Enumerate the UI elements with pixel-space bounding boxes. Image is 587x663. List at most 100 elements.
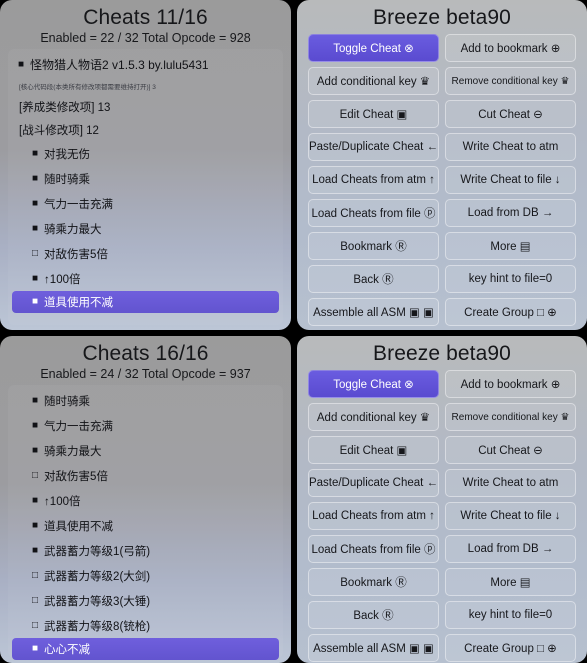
checkbox-checked-icon[interactable]: ■ <box>18 59 24 70</box>
cheat-row[interactable]: [战斗修改项] 12 <box>8 118 283 141</box>
cheat-row[interactable]: □ 武器蓄力等级8(铳枪) <box>8 613 283 638</box>
cheat-row-label: 气力一击充满 <box>44 420 114 433</box>
menu-button-cut-cheat[interactable]: Cut Cheat ⊖ <box>445 436 576 464</box>
cheat-list-bottom[interactable]: ■ 随时骑乘 ■ 气力一击充满 ■ 骑乘力最大 □ 对敌伤害5倍 ■ ↑100倍 ■ 道具使用不减 ■ 武… <box>8 385 283 660</box>
cheat-row[interactable]: [核心代码段(本类所有修改项都需要维持打开)] 3 <box>8 77 283 95</box>
checkbox-checked-icon[interactable]: ■ <box>32 495 38 506</box>
cheat-row[interactable]: ■ 武器蓄力等级1(弓箭) <box>8 538 283 563</box>
checkbox-checked-icon[interactable]: ■ <box>32 173 38 184</box>
checkbox-unchecked-icon[interactable]: □ <box>32 248 38 259</box>
cheat-row-label: 武器蓄力等级8(铳枪) <box>44 620 151 633</box>
cheat-row-label: 武器蓄力等级1(弓箭) <box>44 545 151 558</box>
cheat-row-label: 心心不减 <box>44 644 91 656</box>
cheat-row[interactable]: ■ 怪物猎人物语2 v1.5.3 by.lulu5431 <box>8 52 283 77</box>
menu-button-load-cheats-from-file[interactable]: Load Cheats from file ⓟ <box>308 199 439 227</box>
menu-button-more[interactable]: More ▤ <box>445 568 576 596</box>
cheat-row-selected[interactable]: ■ 心心不减 <box>12 638 279 660</box>
checkbox-checked-icon[interactable]: ■ <box>32 520 38 531</box>
cheat-row-label: 骑乘力最大 <box>44 445 102 458</box>
cheat-list-top[interactable]: ■ 怪物猎人物语2 v1.5.3 by.lulu5431 [核心代码段(本类所有修改… <box>8 49 283 325</box>
cheat-row-label: 随时骑乘 <box>44 173 91 186</box>
checkbox-checked-icon[interactable]: ■ <box>32 273 38 284</box>
menu-button-load-cheats-from-atm[interactable]: Load Cheats from atm ↑ <box>308 502 439 530</box>
cheat-row[interactable]: ■ 道具使用不减 <box>8 513 283 538</box>
menu-button-back[interactable]: Back Ⓡ <box>308 601 439 629</box>
cheat-row[interactable]: ■ 骑乘力最大 <box>8 216 283 241</box>
menu-button-edit-cheat[interactable]: Edit Cheat ▣ <box>308 100 439 128</box>
checkbox-unchecked-icon[interactable]: □ <box>32 470 38 481</box>
menu-button-add-to-bookmark[interactable]: Add to bookmark ⊕ <box>445 34 576 62</box>
checkbox-checked-icon[interactable]: ■ <box>32 395 38 406</box>
menu-button-toggle-cheat[interactable]: Toggle Cheat ⊗ <box>308 34 439 62</box>
cheat-row-label: [核心代码段(本类所有修改项都需要维持打开)] 3 <box>19 84 156 91</box>
menu-button-grid-bottom: Toggle Cheat ⊗ Add to bookmark ⊕ Add condi… <box>297 366 587 663</box>
cheat-row[interactable]: ■ 随时骑乘 <box>8 166 283 191</box>
menu-button-add-conditional-key[interactable]: Add conditional key ♛ <box>308 67 439 95</box>
menu-button-bookmark[interactable]: Bookmark Ⓡ <box>308 232 439 260</box>
cheat-row[interactable]: ■ 随时骑乘 <box>8 388 283 413</box>
menu-button-cut-cheat[interactable]: Cut Cheat ⊖ <box>445 100 576 128</box>
cheat-row-label: 骑乘力最大 <box>44 223 102 236</box>
checkbox-unchecked-icon[interactable]: □ <box>32 570 38 581</box>
checkbox-checked-icon[interactable]: ■ <box>32 420 38 431</box>
menu-button-assemble-all-asm[interactable]: Assemble all ASM ▣ ▣ <box>308 298 439 326</box>
menu-button-grid-top: Toggle Cheat ⊗ Add to bookmark ⊕ Add condi… <box>297 30 587 330</box>
cheat-row[interactable]: ■ 气力一击充满 <box>8 191 283 216</box>
menu-button-key-hint-to-file-0[interactable]: key hint to file=0 <box>445 601 576 629</box>
cheat-row-label: 随时骑乘 <box>44 395 91 408</box>
cheat-row[interactable]: ■ ↑100倍 <box>8 488 283 513</box>
cheat-row[interactable]: [养成类修改项] 13 <box>8 95 283 118</box>
menu-button-more[interactable]: More ▤ <box>445 232 576 260</box>
menu-button-key-hint-to-file-0[interactable]: key hint to file=0 <box>445 265 576 293</box>
cheat-row[interactable]: □ 对敌伤害5倍 <box>8 463 283 488</box>
menu-panel-top: Breeze beta90 Toggle Cheat ⊗ Add to bookm… <box>297 0 587 330</box>
menu-button-create-group[interactable]: Create Group □ ⊕ <box>445 298 576 326</box>
menu-button-paste-duplicate-cheat[interactable]: Paste/Duplicate Cheat ← <box>308 133 439 161</box>
cheat-row-label: [养成类修改项] 13 <box>19 101 111 114</box>
menu-button-back[interactable]: Back Ⓡ <box>308 265 439 293</box>
cheat-row[interactable]: ■ 对我无伤 <box>8 141 283 166</box>
cheat-row-label: 气力一击充满 <box>44 198 114 211</box>
menu-button-load-from-db[interactable]: Load from DB → <box>445 535 576 563</box>
checkbox-checked-icon[interactable]: ■ <box>32 545 38 556</box>
cheat-row[interactable]: □ 对敌伤害5倍 <box>8 241 283 266</box>
menu-button-load-cheats-from-atm[interactable]: Load Cheats from atm ↑ <box>308 166 439 194</box>
checkbox-checked-icon[interactable]: ■ <box>32 198 38 209</box>
menu-button-write-cheat-to-atm[interactable]: Write Cheat to atm <box>445 469 576 497</box>
cheat-row[interactable]: ■ 气力一击充满 <box>8 413 283 438</box>
menu-button-bookmark[interactable]: Bookmark Ⓡ <box>308 568 439 596</box>
cheat-row-label: 对敌伤害5倍 <box>44 248 108 261</box>
cheat-row-label: 对我无伤 <box>44 148 91 161</box>
menu-button-toggle-cheat[interactable]: Toggle Cheat ⊗ <box>308 370 439 398</box>
menu-button-edit-cheat[interactable]: Edit Cheat ▣ <box>308 436 439 464</box>
checkbox-unchecked-icon[interactable]: □ <box>32 595 38 606</box>
checkbox-checked-icon[interactable]: ■ <box>32 223 38 234</box>
cheats-subtitle-bottom: Enabled = 24 / 32 Total Opcode = 937 <box>40 367 251 381</box>
checkbox-checked-icon[interactable]: ■ <box>32 445 38 456</box>
menu-button-load-cheats-from-file[interactable]: Load Cheats from file ⓟ <box>308 535 439 563</box>
cheat-row-label: 对敌伤害5倍 <box>44 470 108 483</box>
checkbox-checked-icon[interactable]: ■ <box>32 644 38 654</box>
menu-button-add-to-bookmark[interactable]: Add to bookmark ⊕ <box>445 370 576 398</box>
menu-button-paste-duplicate-cheat[interactable]: Paste/Duplicate Cheat ← <box>308 469 439 497</box>
screen-root: Cheats 11/16 Enabled = 22 / 32 Total Opc… <box>0 0 587 663</box>
cheats-title-top: Cheats 11/16 <box>83 6 208 29</box>
cheat-row[interactable]: □ 武器蓄力等级3(大锤) <box>8 588 283 613</box>
menu-button-write-cheat-to-atm[interactable]: Write Cheat to atm <box>445 133 576 161</box>
menu-button-remove-conditional-key[interactable]: Remove conditional key ♛ <box>445 67 576 95</box>
checkbox-checked-icon[interactable]: ■ <box>32 297 38 307</box>
menu-button-write-cheat-to-file[interactable]: Write Cheat to file ↓ <box>445 166 576 194</box>
checkbox-checked-icon[interactable]: ■ <box>32 148 38 159</box>
cheat-row[interactable]: ■ ↑100倍 <box>8 266 283 291</box>
menu-button-load-from-db[interactable]: Load from DB → <box>445 199 576 227</box>
menu-button-remove-conditional-key[interactable]: Remove conditional key ♛ <box>445 403 576 431</box>
cheat-row[interactable]: □ 武器蓄力等级2(大剑) <box>8 563 283 588</box>
cheat-row-selected[interactable]: ■ 道具使用不减 <box>12 291 279 313</box>
cheat-row[interactable]: ■ 骑乘力最大 <box>8 438 283 463</box>
menu-button-assemble-all-asm[interactable]: Assemble all ASM ▣ ▣ <box>308 634 439 662</box>
cheat-row-label: ↑100倍 <box>44 273 81 286</box>
menu-button-add-conditional-key[interactable]: Add conditional key ♛ <box>308 403 439 431</box>
menu-button-write-cheat-to-file[interactable]: Write Cheat to file ↓ <box>445 502 576 530</box>
checkbox-unchecked-icon[interactable]: □ <box>32 620 38 631</box>
menu-button-create-group[interactable]: Create Group □ ⊕ <box>445 634 576 662</box>
